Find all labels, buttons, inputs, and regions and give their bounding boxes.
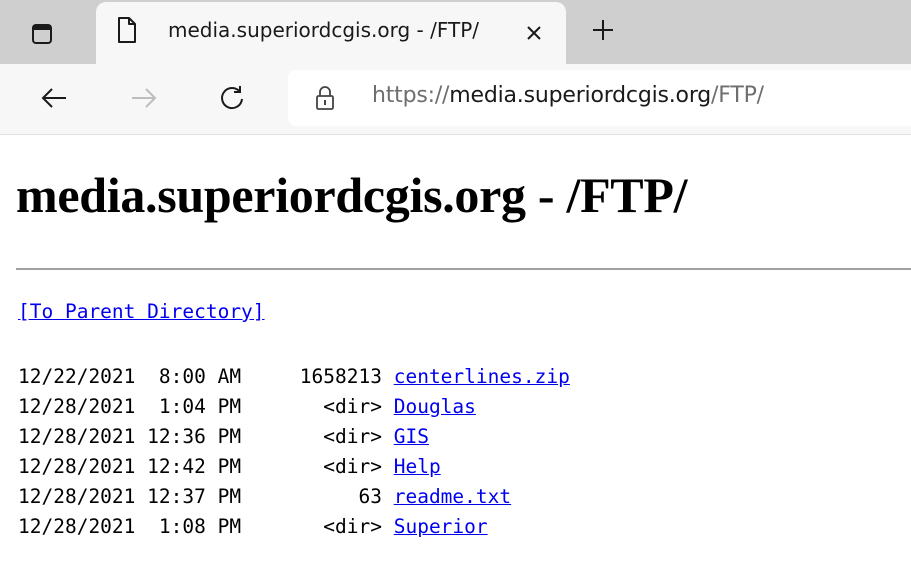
- entry-time: 8:00 AM: [147, 365, 242, 388]
- list-item: 12/28/2021 12:42 PM <dir> Help: [18, 452, 570, 482]
- entry-date: 12/28/2021: [18, 395, 136, 418]
- directory-listing: 12/22/2021 8:00 AM 1658213 centerlines.z…: [18, 362, 570, 542]
- entry-date: 12/28/2021: [18, 455, 136, 478]
- browser-toolbar: https://media.superiordcgis.org/FTP/: [0, 64, 911, 135]
- entry-link[interactable]: Superior: [394, 515, 488, 538]
- list-item: 12/28/2021 12:37 PM 63 readme.txt: [18, 482, 570, 512]
- page-icon: [116, 16, 138, 48]
- entry-size: 63: [299, 485, 382, 508]
- entry-size: 1658213: [299, 365, 382, 388]
- entry-time: 12:42 PM: [147, 455, 242, 478]
- entry-date: 12/22/2021: [18, 365, 136, 388]
- url-scheme: https://: [372, 83, 450, 108]
- entry-size: <dir>: [299, 515, 382, 538]
- entry-link[interactable]: Help: [394, 455, 441, 478]
- url-path: /FTP/: [711, 83, 764, 108]
- entry-date: 12/28/2021: [18, 425, 136, 448]
- new-tab-icon[interactable]: [585, 12, 621, 48]
- entry-size: <dir>: [299, 395, 382, 418]
- lock-icon[interactable]: [314, 85, 336, 115]
- parent-directory-link[interactable]: [To Parent Directory]: [18, 300, 265, 323]
- entry-link[interactable]: GIS: [394, 425, 429, 448]
- entry-date: 12/28/2021: [18, 485, 136, 508]
- tab-strip: media.superiordcgis.org - /FTP/: [0, 0, 911, 64]
- address-bar[interactable]: https://media.superiordcgis.org/FTP/: [288, 70, 911, 126]
- list-item: 12/28/2021 12:36 PM <dir> GIS: [18, 422, 570, 452]
- entry-size: <dir>: [299, 455, 382, 478]
- entry-size: <dir>: [299, 425, 382, 448]
- page-title: media.superiordcgis.org - /FTP/: [16, 167, 688, 223]
- back-icon[interactable]: [34, 78, 74, 118]
- entry-link[interactable]: readme.txt: [394, 485, 511, 508]
- list-item: 12/22/2021 8:00 AM 1658213 centerlines.z…: [18, 362, 570, 392]
- list-item: 12/28/2021 1:04 PM <dir> Douglas: [18, 392, 570, 422]
- entry-time: 1:04 PM: [147, 395, 242, 418]
- tab-title: media.superiordcgis.org - /FTP/: [168, 18, 479, 42]
- entry-link[interactable]: centerlines.zip: [394, 365, 570, 388]
- url-host: media.superiordcgis.org: [449, 83, 712, 108]
- forward-icon[interactable]: [124, 78, 164, 118]
- entry-time: 12:37 PM: [147, 485, 242, 508]
- list-item: 12/28/2021 1:08 PM <dir> Superior: [18, 512, 570, 542]
- entry-time: 1:08 PM: [147, 515, 242, 538]
- entry-time: 12:36 PM: [147, 425, 242, 448]
- window-icon[interactable]: [22, 14, 62, 54]
- url-text: https://media.superiordcgis.org/FTP/: [372, 83, 764, 108]
- horizontal-rule: [16, 268, 911, 270]
- close-icon[interactable]: [521, 20, 547, 46]
- tab-active[interactable]: media.superiordcgis.org - /FTP/: [96, 2, 566, 64]
- entry-date: 12/28/2021: [18, 515, 136, 538]
- entry-link[interactable]: Douglas: [394, 395, 476, 418]
- reload-icon[interactable]: [212, 78, 252, 118]
